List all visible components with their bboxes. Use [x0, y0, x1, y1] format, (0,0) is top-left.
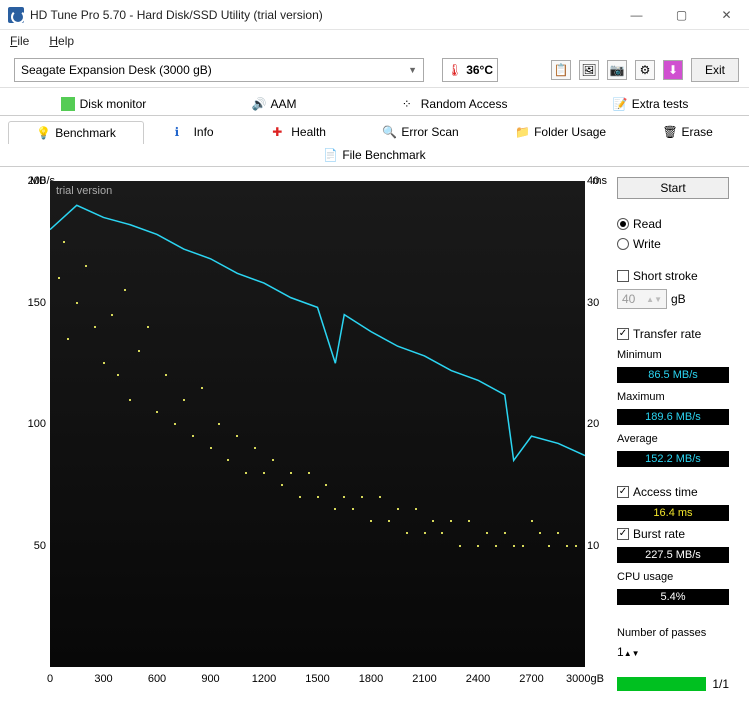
copy-info-button[interactable]: 📋	[551, 60, 571, 80]
maximum-label: Maximum	[617, 391, 729, 403]
burst-rate-value: 227.5 MB/s	[617, 547, 729, 563]
temperature-value: 36°C	[466, 63, 493, 77]
monitor-icon	[61, 97, 75, 111]
checkbox-icon: ✓	[617, 328, 629, 340]
average-label: Average	[617, 433, 729, 445]
titlebar: HD Tune Pro 5.70 - Hard Disk/SSD Utility…	[0, 0, 749, 30]
exit-button[interactable]: Exit	[691, 58, 739, 82]
tab-aam[interactable]: 🔊AAM	[199, 92, 349, 115]
read-radio[interactable]: Read	[617, 217, 729, 231]
file-icon: 📄	[323, 148, 337, 162]
num-passes-label: Number of passes	[617, 627, 729, 639]
x-axis: 03006009001200150018002100240027003000gB	[50, 673, 585, 689]
options-button[interactable]: ⚙	[635, 60, 655, 80]
close-button[interactable]: ✕	[704, 0, 749, 30]
y-axis-right: 10203040	[583, 181, 607, 667]
cpu-usage-label: CPU usage	[617, 571, 729, 583]
start-button[interactable]: Start	[617, 177, 729, 199]
tab-extra-tests[interactable]: 📝Extra tests	[560, 92, 741, 115]
access-time-value: 16.4 ms	[617, 505, 729, 521]
benchmark-chart: MB/s ms 50100150200 10203040 trial versi…	[12, 175, 607, 695]
tab-random-access[interactable]: ⁘Random Access	[349, 92, 560, 115]
temperature-display: 🌡 36°C	[442, 58, 498, 82]
menu-help[interactable]: Help	[45, 32, 78, 50]
chevron-down-icon: ▼	[408, 65, 417, 75]
short-stroke-input: 40▲▼	[617, 289, 667, 309]
random-icon: ⁘	[402, 97, 416, 111]
minimize-button[interactable]: —	[614, 0, 659, 30]
write-radio[interactable]: Write	[617, 237, 729, 251]
health-icon: ✚	[272, 125, 286, 139]
burst-rate-check[interactable]: ✓Burst rate	[617, 527, 729, 541]
y-axis-left: 50100150200	[12, 181, 50, 667]
plot-area: trial version	[50, 181, 585, 667]
checkbox-icon	[617, 270, 629, 282]
tab-benchmark[interactable]: 💡Benchmark	[8, 121, 144, 144]
tab-file-benchmark[interactable]: 📄File Benchmark	[8, 143, 741, 166]
tab-health[interactable]: ✚Health	[244, 120, 354, 143]
tab-info[interactable]: ℹInfo	[144, 120, 244, 143]
tab-folder-usage[interactable]: 📁Folder Usage	[487, 120, 634, 143]
thermometer-icon: 🌡	[447, 63, 462, 77]
menubar: File Help	[0, 30, 749, 52]
save-screenshot-button[interactable]: 📷	[607, 60, 627, 80]
short-stroke-check[interactable]: Short stroke	[617, 269, 729, 283]
minimum-label: Minimum	[617, 349, 729, 361]
num-passes-input[interactable]: 1▲▼	[617, 645, 677, 659]
window-title: HD Tune Pro 5.70 - Hard Disk/SSD Utility…	[30, 8, 614, 22]
access-time-check[interactable]: ✓Access time	[617, 485, 729, 499]
maximum-value: 189.6 MB/s	[617, 409, 729, 425]
test-icon: 📝	[613, 97, 627, 111]
speaker-icon: 🔊	[252, 97, 266, 111]
info-icon: ℹ	[175, 125, 189, 139]
progress-text: 1/1	[712, 677, 729, 691]
tab-disk-monitor[interactable]: Disk monitor	[8, 92, 199, 115]
drive-select-value: Seagate Expansion Desk (3000 gB)	[21, 63, 212, 77]
radio-icon	[617, 218, 629, 230]
tab-erase[interactable]: 🗑Erase	[634, 120, 741, 143]
stroke-unit: gB	[671, 292, 686, 306]
trash-icon: 🗑	[662, 125, 676, 139]
save-button[interactable]: ⬇	[663, 60, 683, 80]
radio-icon	[617, 238, 629, 250]
tab-error-scan[interactable]: 🔍Error Scan	[354, 120, 487, 143]
side-panel: Start Read Write Short stroke 40▲▼ gB ✓T…	[617, 175, 729, 695]
progress-bar	[617, 677, 706, 691]
checkbox-icon: ✓	[617, 528, 629, 540]
cpu-usage-value: 5.4%	[617, 589, 729, 605]
checkbox-icon: ✓	[617, 486, 629, 498]
bulb-icon: 💡	[36, 126, 50, 140]
tab-row-2: 💡Benchmark ℹInfo ✚Health 🔍Error Scan 📁Fo…	[0, 116, 749, 167]
maximize-button[interactable]: ▢	[659, 0, 704, 30]
tab-row-1: Disk monitor 🔊AAM ⁘Random Access 📝Extra …	[0, 88, 749, 116]
minimum-value: 86.5 MB/s	[617, 367, 729, 383]
copy-screenshot-button[interactable]: 🖼	[579, 60, 599, 80]
average-value: 152.2 MB/s	[617, 451, 729, 467]
drive-select[interactable]: Seagate Expansion Desk (3000 gB) ▼	[14, 58, 424, 82]
folder-icon: 📁	[515, 125, 529, 139]
toolbar: Seagate Expansion Desk (3000 gB) ▼ 🌡 36°…	[0, 52, 749, 88]
magnifier-icon: 🔍	[382, 125, 396, 139]
transfer-rate-check[interactable]: ✓Transfer rate	[617, 327, 729, 341]
menu-file[interactable]: File	[6, 32, 33, 50]
app-icon	[8, 7, 24, 23]
